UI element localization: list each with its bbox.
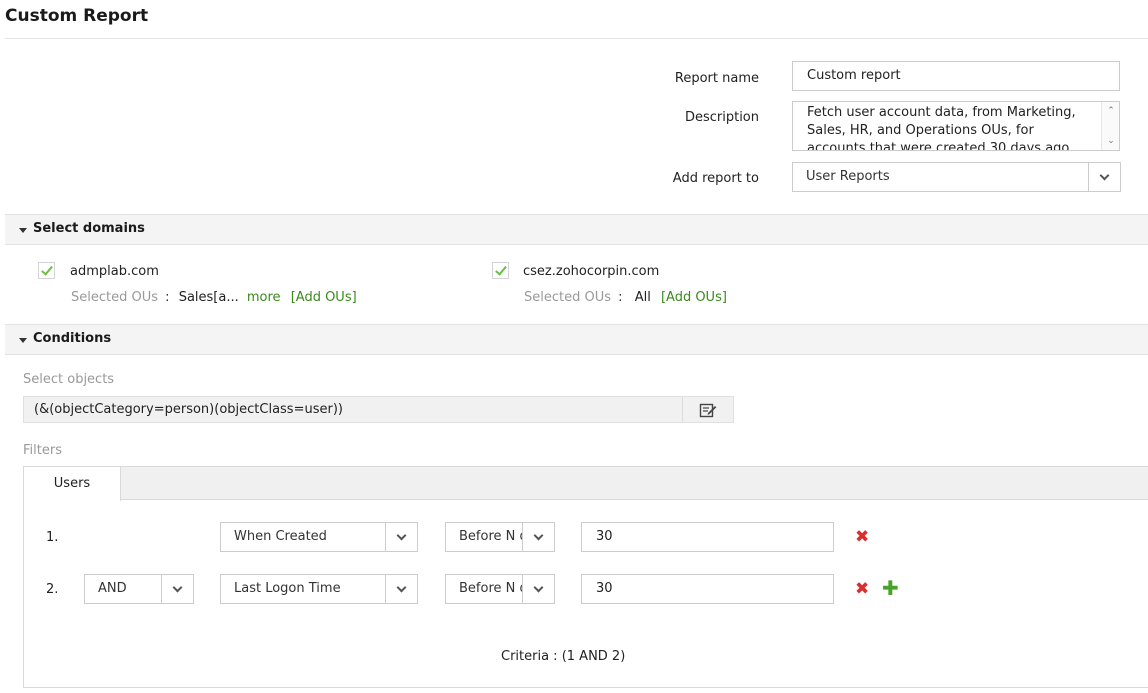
- logic-select-2[interactable]: AND: [84, 574, 194, 604]
- add-row-icon[interactable]: ✚: [882, 578, 899, 598]
- criteria-text: Criteria : (1 AND 2): [501, 649, 626, 664]
- more-ous-link[interactable]: more: [247, 290, 281, 305]
- operator-value: Before N d: [459, 529, 528, 544]
- selected-ous-csez: Selected OUs : All [Add OUs]: [524, 290, 727, 305]
- description-scrollbar[interactable]: ⌃ ⌄: [1101, 102, 1119, 150]
- select-domains-title: Select domains: [33, 221, 145, 236]
- filters-label: Filters: [23, 443, 62, 458]
- selected-ous-label: Selected OUs: [524, 290, 612, 305]
- ldap-filter-text: (&(objectCategory=person)(objectClass=us…: [34, 402, 343, 417]
- selected-ous-value: Sales[a...: [178, 290, 239, 305]
- chevron-down-icon[interactable]: [385, 575, 417, 603]
- title-divider: [5, 38, 1148, 39]
- report-name-input[interactable]: Custom report: [792, 61, 1120, 91]
- scroll-down-icon[interactable]: ⌄: [1102, 134, 1119, 148]
- ldap-filter-field[interactable]: (&(objectCategory=person)(objectClass=us…: [23, 396, 734, 423]
- operator-select-2[interactable]: Before N d: [445, 574, 555, 604]
- selected-ous-admplab: Selected OUs : Sales[a... more [Add OUs]: [71, 290, 357, 305]
- add-ous-link-csez[interactable]: [Add OUs]: [661, 290, 727, 305]
- edit-note-icon[interactable]: [682, 397, 733, 422]
- add-report-select[interactable]: User Reports: [792, 162, 1121, 192]
- filter-row-number: 1.: [46, 530, 59, 545]
- operator-value: Before N d: [459, 581, 528, 596]
- check-icon: [495, 263, 507, 276]
- delete-row-icon[interactable]: ✖: [855, 529, 869, 546]
- caret-down-icon: [19, 228, 27, 233]
- attribute-select-2[interactable]: Last Logon Time: [220, 574, 418, 604]
- delete-row-icon[interactable]: ✖: [855, 581, 869, 598]
- logic-value: AND: [98, 581, 127, 596]
- domain-name-admplab: admplab.com: [70, 264, 159, 279]
- select-domains-header[interactable]: Select domains: [5, 214, 1148, 245]
- add-report-label: Add report to: [672, 171, 759, 186]
- selected-ous-value: All: [634, 290, 651, 305]
- domain-checkbox-admplab[interactable]: [38, 262, 55, 279]
- filter-value-input-2[interactable]: 30: [581, 574, 834, 604]
- attribute-value: Last Logon Time: [234, 581, 341, 596]
- caret-down-icon: [19, 338, 27, 343]
- chevron-down-icon[interactable]: [522, 575, 554, 603]
- check-icon: [41, 263, 53, 276]
- tab-users[interactable]: Users: [24, 467, 121, 501]
- domain-name-csez: csez.zohocorpin.com: [523, 264, 660, 279]
- attribute-value: When Created: [234, 529, 327, 544]
- chevron-down-icon[interactable]: [522, 523, 554, 551]
- chevron-down-icon[interactable]: [161, 575, 193, 603]
- page-title: Custom Report: [5, 6, 149, 26]
- filter-row-number: 2.: [46, 582, 59, 597]
- filter-value-input-1[interactable]: 30: [581, 522, 834, 552]
- description-text: Fetch user account data, from Marketing,…: [807, 105, 1076, 151]
- attribute-select-1[interactable]: When Created: [220, 522, 418, 552]
- chevron-down-icon[interactable]: [385, 523, 417, 551]
- conditions-header[interactable]: Conditions: [5, 324, 1148, 355]
- ou-separator: :: [165, 290, 170, 305]
- add-ous-link-admplab[interactable]: [Add OUs]: [291, 290, 357, 305]
- operator-select-1[interactable]: Before N d: [445, 522, 555, 552]
- add-report-value: User Reports: [806, 169, 890, 184]
- selected-ous-label: Selected OUs: [71, 290, 159, 305]
- select-objects-label: Select objects: [23, 372, 115, 387]
- filter-tabs: [24, 467, 1148, 500]
- description-textarea[interactable]: Fetch user account data, from Marketing,…: [792, 101, 1120, 151]
- chevron-down-icon[interactable]: [1088, 163, 1120, 191]
- domain-checkbox-csez[interactable]: [492, 262, 509, 279]
- conditions-title: Conditions: [33, 331, 112, 346]
- report-name-label: Report name: [674, 71, 759, 86]
- ou-separator: :: [618, 290, 623, 305]
- scroll-up-icon[interactable]: ⌃: [1102, 104, 1119, 118]
- description-label: Description: [684, 110, 759, 125]
